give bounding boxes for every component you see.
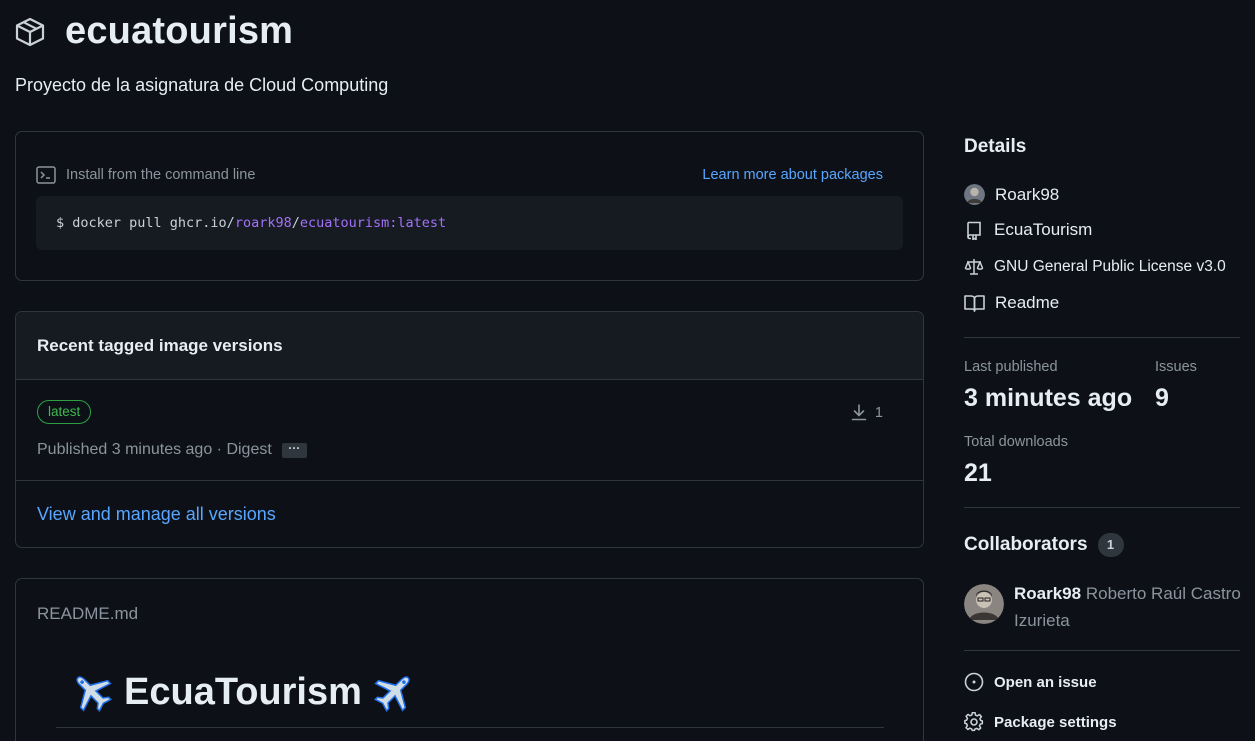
- gear-icon: [964, 712, 984, 732]
- repo-name: EcuaTourism: [994, 220, 1093, 239]
- last-published-label: Last published: [964, 359, 1058, 375]
- detail-readme[interactable]: Readme: [964, 293, 1059, 313]
- install-label: Install from the command line: [66, 167, 256, 183]
- readme-title: EcuaTourism: [124, 670, 362, 713]
- book-icon: [964, 295, 985, 312]
- package-header: ecuatourism: [14, 10, 293, 53]
- install-panel: Install from the command line Learn more…: [15, 131, 924, 281]
- issue-opened-icon: [964, 672, 984, 692]
- collaborator-avatar[interactable]: [964, 584, 1004, 624]
- versions-header: Recent tagged image versions: [16, 312, 923, 380]
- readme-divider: [56, 727, 884, 728]
- readme-label: Readme: [995, 293, 1060, 312]
- digest-expand-button[interactable]: ···: [281, 442, 307, 458]
- command-snippet[interactable]: $ docker pull ghcr.io/roark98/ecuatouris…: [36, 196, 903, 250]
- package-title: ecuatourism: [65, 10, 294, 52]
- open-issue-button[interactable]: Open an issue: [964, 672, 1097, 692]
- issues-label: Issues: [1155, 359, 1197, 375]
- published-info: Published 3 minutes ago · Digest ···: [37, 441, 307, 459]
- command-repo: ecuatourism:latest: [299, 215, 447, 231]
- package-icon: [15, 17, 45, 46]
- collaborator-info: Roark98 Roberto Raúl Castro Izurieta: [1014, 580, 1244, 634]
- total-downloads-label: Total downloads: [964, 434, 1068, 450]
- repo-icon: [967, 221, 981, 240]
- tag-label[interactable]: latest: [37, 400, 92, 424]
- versions-panel: Recent tagged image versions latest Publ…: [15, 311, 924, 548]
- collaborators-title: Collaborators: [964, 534, 1088, 555]
- license-name: GNU General Public License v3.0: [994, 258, 1226, 275]
- published-text: Published 3 minutes ago · Digest: [37, 441, 272, 458]
- manage-versions-link[interactable]: View and manage all versions: [37, 504, 276, 525]
- collaborators-count: 1: [1097, 533, 1124, 557]
- download-icon: [851, 404, 867, 421]
- command-user: roark98: [234, 215, 292, 231]
- learn-more-link[interactable]: Learn more about packages: [702, 167, 883, 183]
- owner-name: Roark98: [995, 184, 1060, 204]
- last-published-value: 3 minutes ago: [964, 384, 1133, 412]
- sidebar-divider: [964, 337, 1240, 338]
- package-description: Proyecto de la asignatura de Cloud Compu…: [15, 75, 389, 95]
- readme-heading: EcuaTourism: [60, 669, 426, 715]
- version-row: latest Published 3 minutes ago · Digest …: [16, 380, 923, 481]
- sidebar-divider: [964, 507, 1240, 508]
- owner-avatar: [964, 184, 985, 205]
- terminal-icon: [36, 166, 56, 184]
- package-page: ecuatourism Proyecto de la asignatura de…: [0, 0, 1255, 741]
- sidebar-divider: [964, 650, 1240, 651]
- detail-license[interactable]: GNU General Public License v3.0: [964, 257, 1226, 277]
- total-downloads-value: 21: [964, 459, 992, 487]
- collaborators-header: Collaborators 1: [964, 533, 1124, 557]
- airplane-icon: [373, 676, 410, 712]
- download-count: 1: [874, 404, 883, 421]
- airplane-icon: [76, 676, 112, 712]
- version-downloads: 1: [851, 404, 883, 421]
- command-separator: /: [291, 215, 300, 231]
- package-settings-button[interactable]: Package settings: [964, 712, 1117, 732]
- install-header: Install from the command line Learn more…: [36, 164, 883, 186]
- readme-panel: README.md EcuaTourism: [15, 578, 924, 741]
- open-issue-label: Open an issue: [994, 673, 1097, 691]
- issues-value[interactable]: 9: [1155, 384, 1169, 413]
- command-prefix: $ docker pull ghcr.io/: [56, 215, 235, 231]
- detail-repo[interactable]: EcuaTourism: [964, 220, 1092, 240]
- law-icon: [964, 259, 984, 275]
- collaborator-login[interactable]: Roark98: [1014, 584, 1081, 603]
- package-settings-label: Package settings: [994, 713, 1117, 731]
- versions-title: Recent tagged image versions: [37, 335, 283, 355]
- detail-owner[interactable]: Roark98: [964, 184, 1059, 205]
- details-title: Details: [964, 136, 1027, 157]
- readme-filename: README.md: [37, 604, 139, 623]
